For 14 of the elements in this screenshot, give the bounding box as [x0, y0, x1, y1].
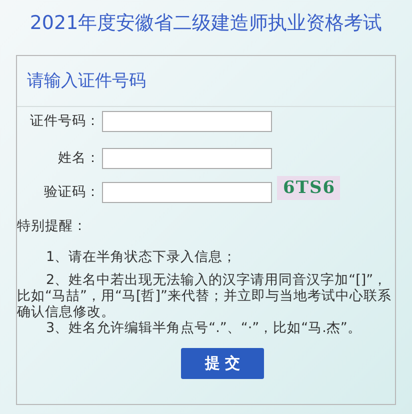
field-label: 证件号码： [29, 112, 100, 132]
captcha-field[interactable] [102, 182, 272, 203]
notice-text: 1、请在半角状态下录入信息； [45, 249, 238, 265]
field-label: 姓名： [57, 149, 100, 168]
input-field[interactable] [102, 111, 272, 132]
notice-text: 2、姓名中若出现无法输入的汉字请用同音汉字加“[]”，比如“马喆”，用“马[哲]”来代替；并立即与当地考试中心联系确认信息修改。 [17, 272, 393, 320]
captcha-image[interactable]: 6TS6 [277, 176, 340, 200]
notice-text: 3、姓名允许编辑半角点号“.”、“·”，比如“马.杰”。 [45, 320, 362, 336]
panel-heading: 请输入证件号码 [17, 56, 395, 107]
submit-button[interactable]: 提 交 [181, 348, 264, 379]
page-title: 2021年度安徽省二级建造师执业资格考试 [30, 11, 382, 36]
notice-heading: 特别提醒： [17, 217, 88, 235]
input-field[interactable] [102, 148, 272, 169]
field-label: 验证码： [43, 183, 100, 202]
